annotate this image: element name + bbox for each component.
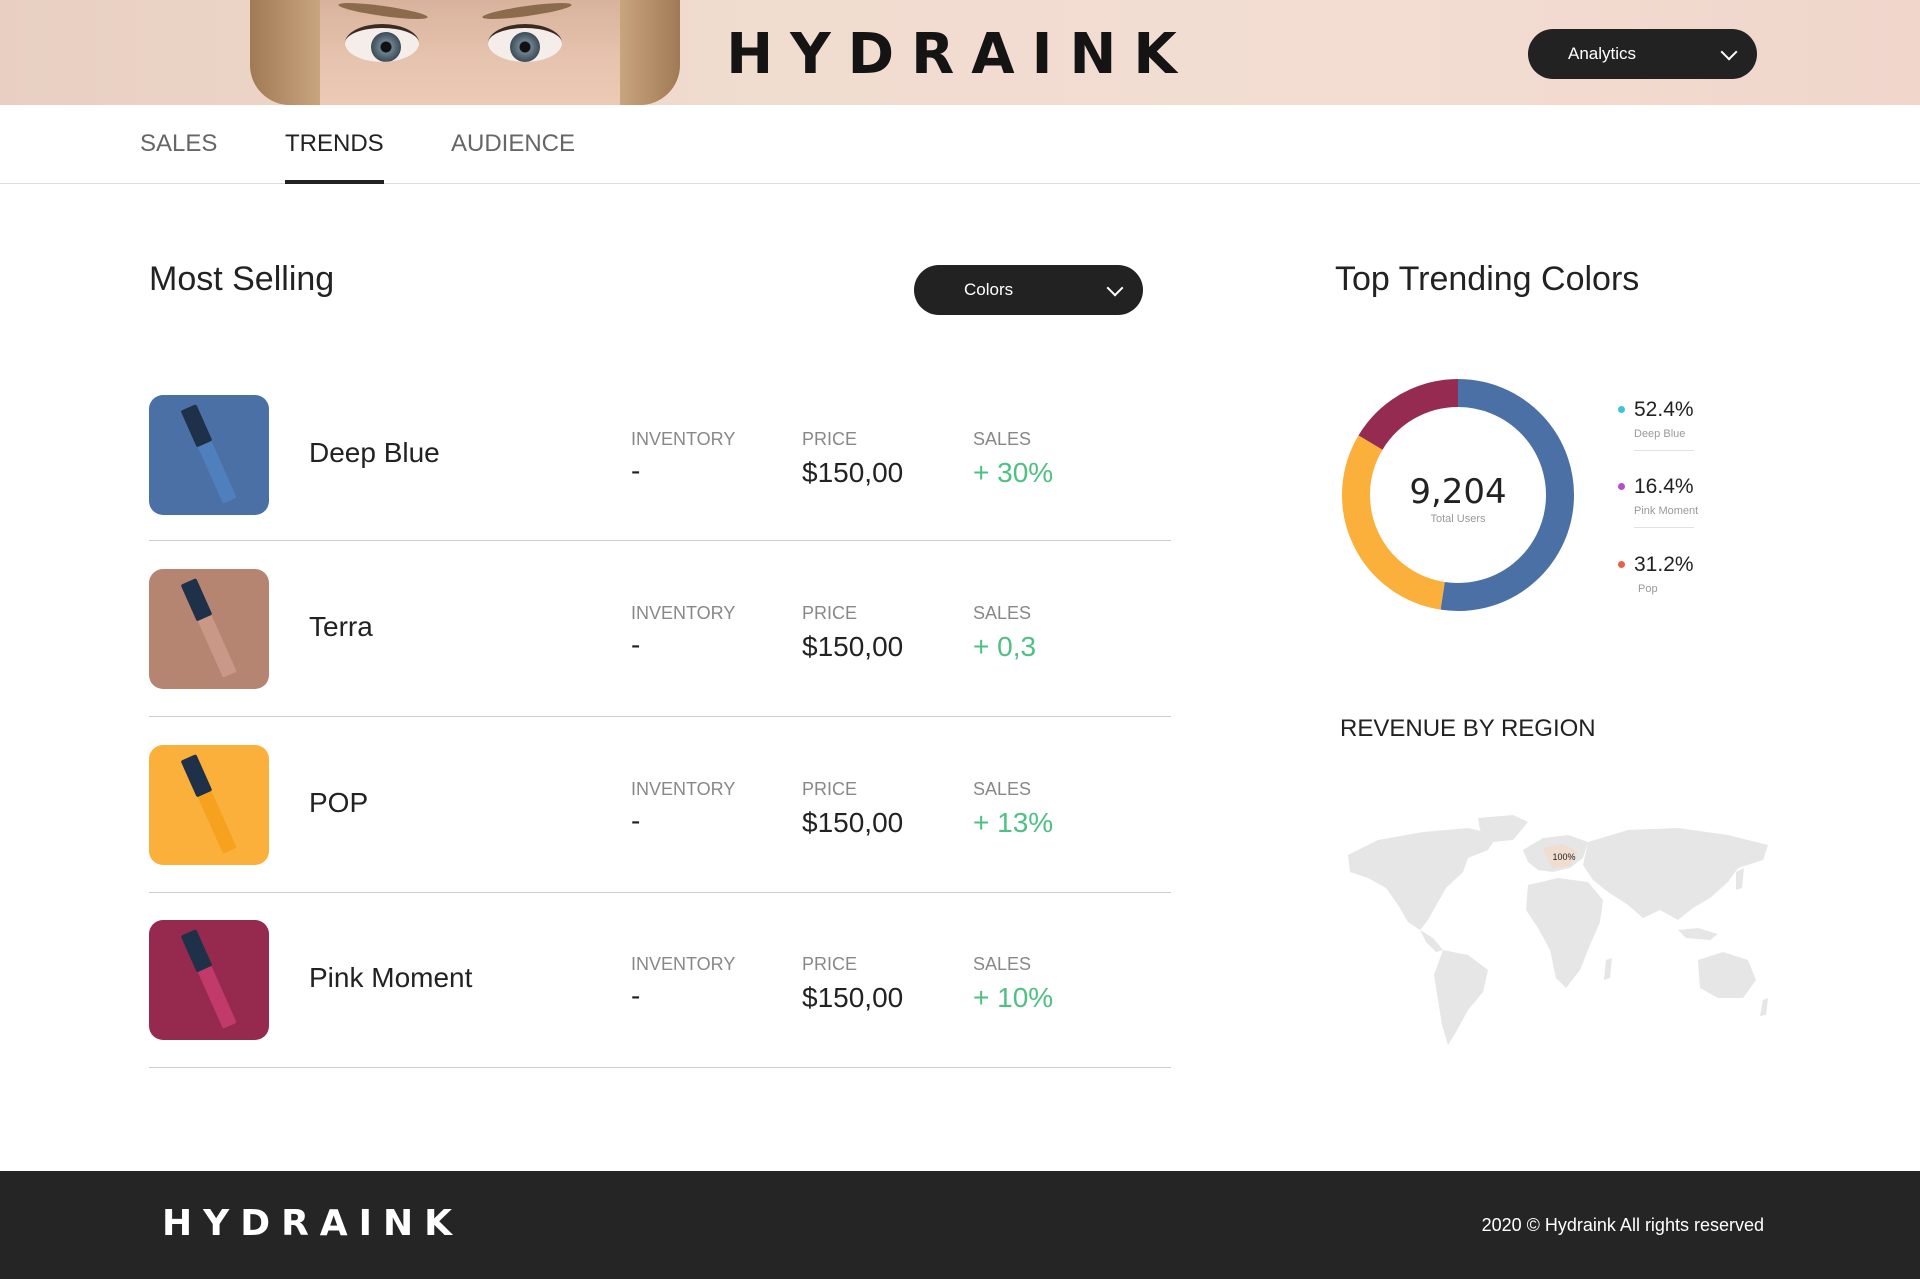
inventory-value: - <box>631 455 641 486</box>
footer: HYDRAINK 2020 © Hydraink All rights rese… <box>0 1171 1920 1279</box>
map-region-label: 100% <box>1552 852 1575 862</box>
price-label: PRICE <box>802 779 858 799</box>
price-value: $150,00 <box>802 631 904 662</box>
legend-dot <box>1618 406 1625 413</box>
lipstick-tube-icon <box>180 929 239 1031</box>
analytics-dropdown-label: Analytics <box>1568 44 1637 63</box>
product-name: Terra <box>309 611 373 642</box>
legend-divider <box>1634 527 1694 528</box>
legend-name: Deep Blue <box>1634 428 1686 440</box>
legend-dot <box>1618 561 1625 568</box>
sales-value: + 30% <box>973 457 1054 488</box>
legend-name: Pop <box>1638 583 1658 595</box>
product-name: POP <box>309 787 369 818</box>
total-users-value: 9,204 <box>1409 472 1506 512</box>
tab-bar: SALES TRENDS AUDIENCE <box>0 105 1920 184</box>
inventory-label: INVENTORY <box>631 429 736 449</box>
inventory-value: - <box>631 980 641 1011</box>
tab-audience[interactable]: AUDIENCE <box>451 130 575 180</box>
product-thumbnail <box>149 395 269 515</box>
legend-percent: 16.4% <box>1634 475 1694 498</box>
product-row[interactable]: Pink Moment INVENTORY - PRICE $150,00 SALES + … <box>149 920 1171 1068</box>
product-row[interactable]: Deep Blue INVENTORY - PRICE $150,00 SALES + 30… <box>149 395 1171 541</box>
donut-slice-pink-moment <box>1358 379 1459 451</box>
trending-donut-chart: 9,204 Total Users <box>1342 379 1574 611</box>
revenue-by-region-title: REVENUE BY REGION <box>1340 715 1596 742</box>
eyebrow-right <box>481 0 573 23</box>
inventory-label: INVENTORY <box>631 603 736 623</box>
price-value: $150,00 <box>802 807 904 838</box>
product-row[interactable]: POP INVENTORY - PRICE $150,00 SALES + 13% <box>149 745 1171 893</box>
lipstick-tube-icon <box>180 754 239 856</box>
lipstick-tube-icon <box>180 578 239 680</box>
eyebrow-left <box>337 0 429 23</box>
product-name: Deep Blue <box>309 437 440 468</box>
lipstick-tube-icon <box>180 404 239 506</box>
price-value: $150,00 <box>802 457 904 488</box>
legend-percent: 31.2% <box>1634 553 1694 576</box>
header-banner: HYDRAINK Analytics <box>0 0 1920 105</box>
tab-trends[interactable]: TRENDS <box>285 130 384 184</box>
product-thumbnail <box>149 745 269 865</box>
most-selling-title: Most Selling <box>149 260 335 298</box>
footer-copyright: 2020 © Hydraink All rights reserved <box>1481 1215 1764 1235</box>
sales-label: SALES <box>973 429 1032 449</box>
price-label: PRICE <box>802 954 858 974</box>
product-row[interactable]: Terra INVENTORY - PRICE $150,00 SALES + 0,3 <box>149 569 1171 717</box>
world-map: 100% <box>1348 815 1768 1045</box>
inventory-label: INVENTORY <box>631 954 736 974</box>
inventory-label: INVENTORY <box>631 779 736 799</box>
total-users-label: Total Users <box>1430 513 1486 525</box>
price-value: $150,00 <box>802 982 904 1013</box>
sales-value: + 13% <box>973 807 1054 838</box>
legend-divider <box>1634 450 1694 451</box>
sales-value: + 0,3 <box>973 631 1037 662</box>
product-name: Pink Moment <box>309 962 473 993</box>
price-label: PRICE <box>802 429 858 449</box>
colors-dropdown[interactable]: Colors <box>914 265 1143 315</box>
product-thumbnail <box>149 569 269 689</box>
sales-label: SALES <box>973 954 1032 974</box>
footer-logo[interactable]: HYDRAINK <box>162 1203 463 1244</box>
sales-value: + 10% <box>973 982 1054 1013</box>
sales-label: SALES <box>973 603 1032 623</box>
sales-label: SALES <box>973 779 1032 799</box>
legend-name: Pink Moment <box>1634 505 1699 517</box>
tab-sales[interactable]: SALES <box>140 130 217 180</box>
legend-dot <box>1618 483 1625 490</box>
analytics-dropdown[interactable]: Analytics <box>1528 29 1757 79</box>
product-thumbnail <box>149 920 269 1040</box>
inventory-value: - <box>631 805 641 836</box>
chevron-down-icon <box>1106 279 1124 297</box>
legend-percent: 52.4% <box>1634 398 1694 421</box>
chevron-down-icon <box>1720 43 1738 61</box>
colors-dropdown-label: Colors <box>964 280 1014 299</box>
inventory-value: - <box>631 629 641 660</box>
trending-title: Top Trending Colors <box>1335 260 1640 298</box>
price-label: PRICE <box>802 603 858 623</box>
